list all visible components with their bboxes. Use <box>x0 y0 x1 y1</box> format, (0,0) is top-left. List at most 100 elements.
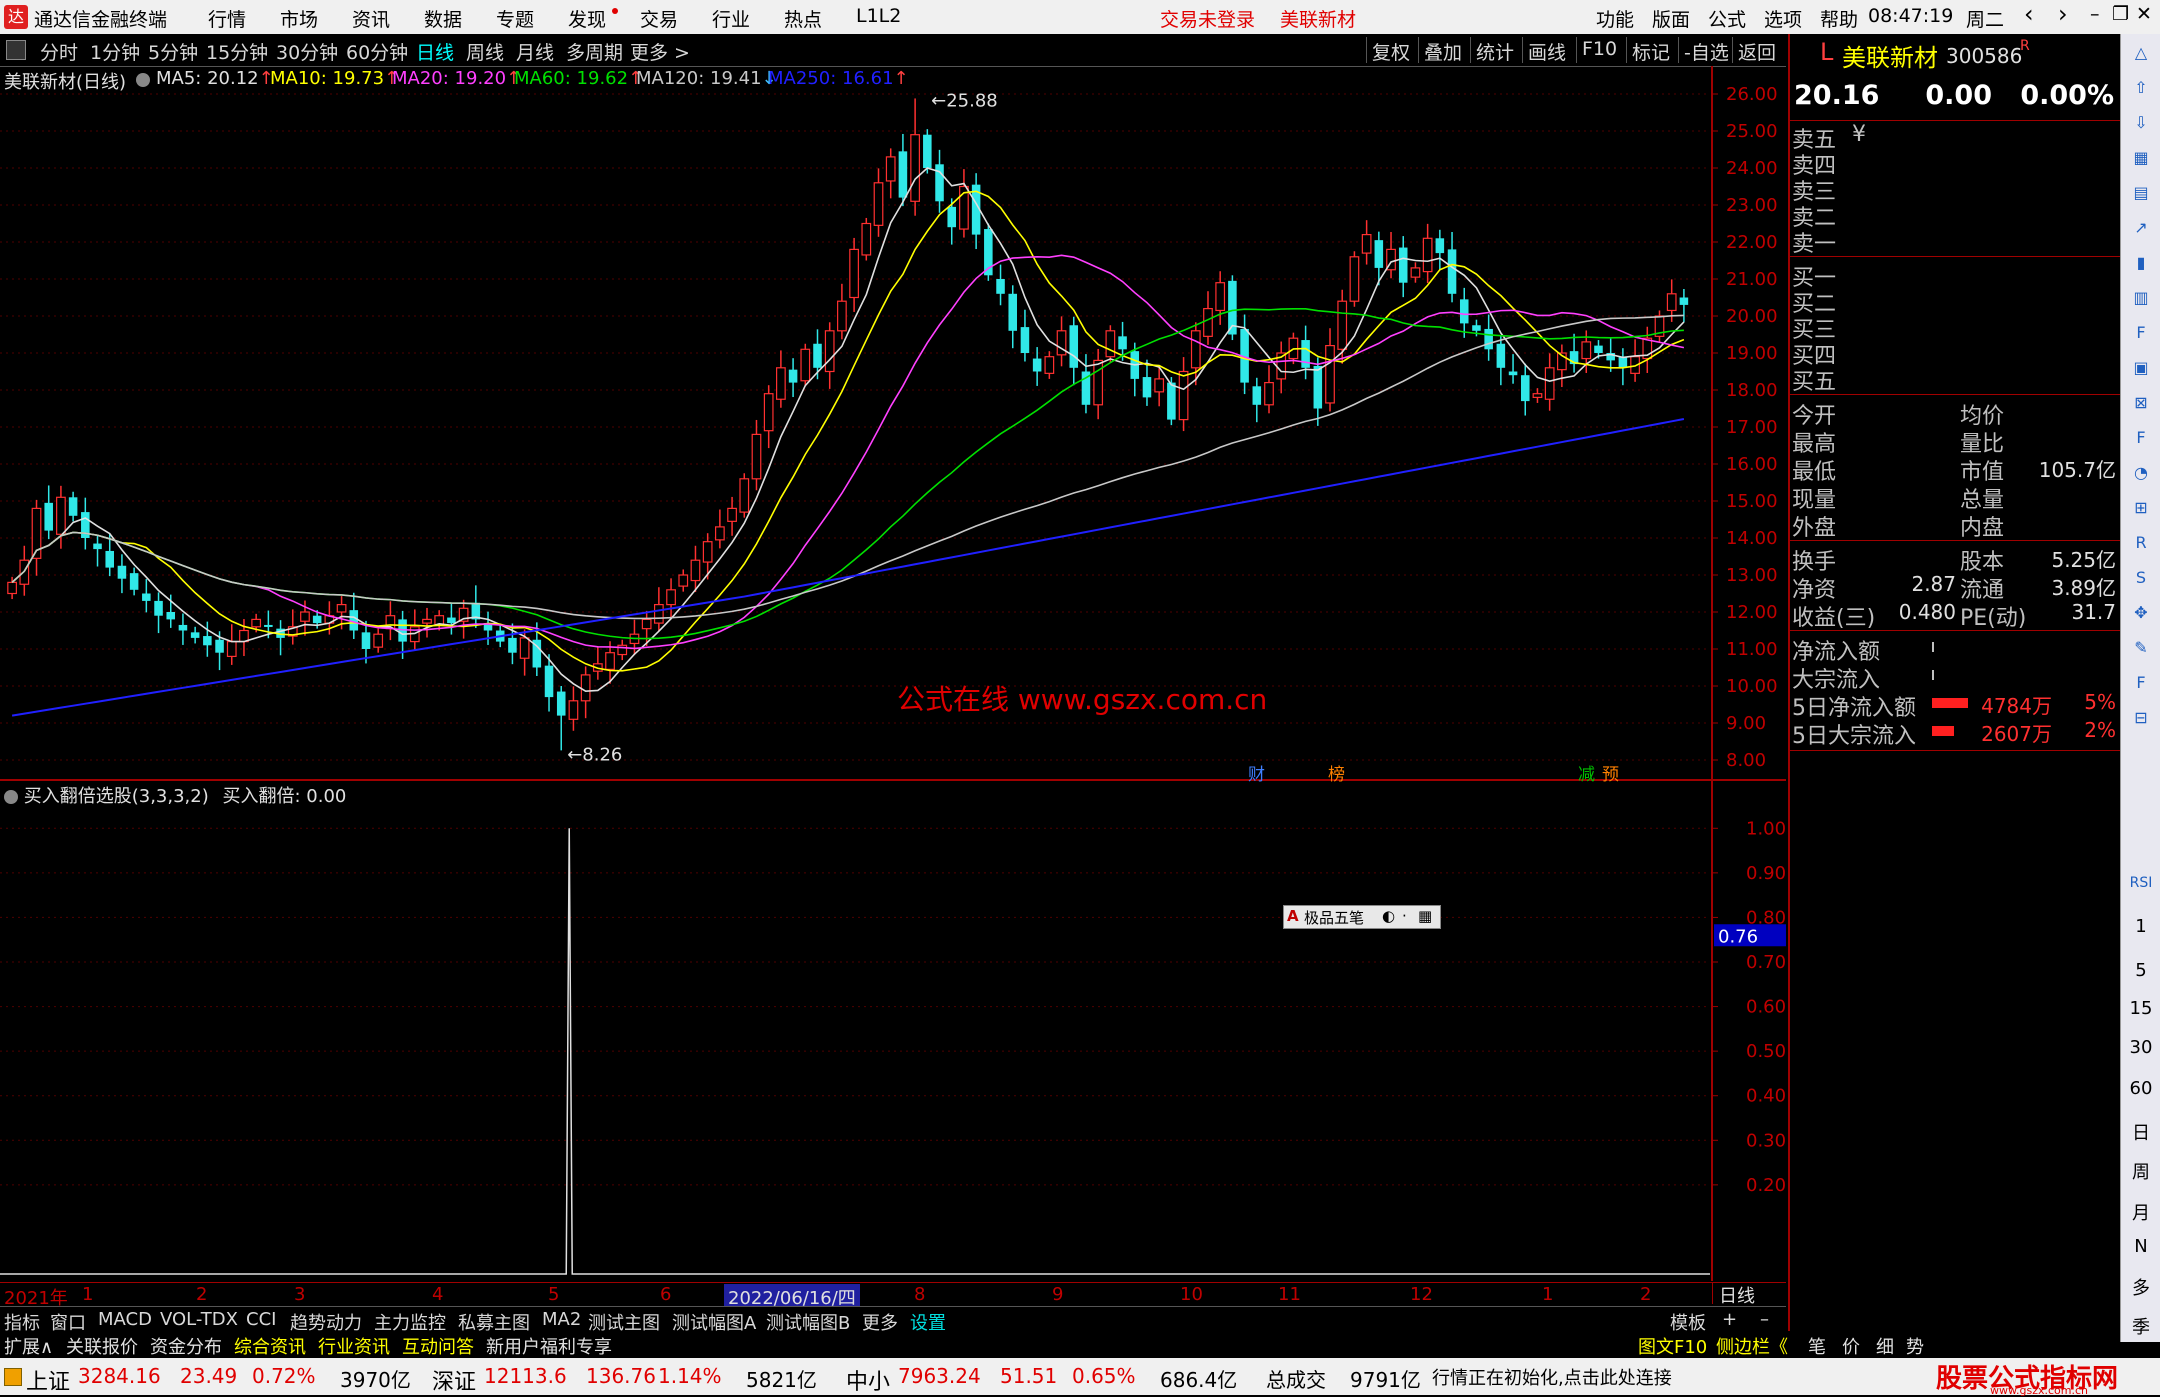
index-name-2[interactable]: 深证 <box>432 1364 476 1396</box>
clock-icon[interactable]: ◔ <box>2127 460 2155 486</box>
connection-message[interactable]: 行情正在初始化,点击此处连接 <box>1432 1364 1672 1390</box>
chart-icon[interactable]: ⊠ <box>2127 390 2155 416</box>
pen-icon[interactable]: ✎ <box>2127 635 2155 661</box>
menu-4[interactable]: 数据 <box>424 5 462 32</box>
toolbar-btn-4[interactable]: 画线 <box>1528 38 1566 65</box>
period-tab-5[interactable]: 30分钟 <box>276 38 338 65</box>
period-tab-9[interactable]: 月线 <box>516 38 554 65</box>
indicator-settings-icon[interactable] <box>4 790 18 804</box>
ext-tab-6[interactable]: 互动问答 <box>402 1333 474 1359</box>
rsi-icon[interactable]: R <box>2127 530 2155 556</box>
menu-9[interactable]: 热点 <box>784 5 822 32</box>
menu-6[interactable]: 发现 <box>568 5 606 32</box>
period-tab-8[interactable]: 周线 <box>466 38 504 65</box>
ext-right-2[interactable]: 侧边栏《 <box>1716 1333 1788 1359</box>
period-tab-7[interactable]: 日线 <box>416 38 454 65</box>
event-marker-forecast[interactable]: 预 <box>1602 760 1619 785</box>
period-tab-6[interactable]: 60分钟 <box>346 38 408 65</box>
grid-icon[interactable]: ▤ <box>2127 180 2155 206</box>
toolbar-btn-8[interactable]: 返回 <box>1738 38 1776 65</box>
toolbar-btn-6[interactable]: 标记 <box>1632 38 1670 65</box>
period-shortcut-7[interactable]: 日 <box>2127 1119 2155 1145</box>
period-shortcut-2[interactable]: 1 <box>2127 916 2155 937</box>
minimize-button[interactable]: – <box>2090 3 2100 25</box>
tab-control-2[interactable]: + <box>1722 1309 1737 1330</box>
ext-tab-2[interactable]: 关联报价 <box>66 1333 138 1359</box>
event-marker-financial[interactable]: 财 <box>1248 760 1265 785</box>
status-menu-icon[interactable] <box>4 1368 22 1386</box>
line-chart-icon[interactable]: ↗ <box>2127 215 2155 241</box>
menu-3[interactable]: 资讯 <box>352 5 390 32</box>
ext-right-5[interactable]: 细 <box>1876 1333 1894 1359</box>
period-shortcut-5[interactable]: 30 <box>2127 1037 2155 1058</box>
toolbar-btn-7[interactable]: -自选 <box>1684 38 1729 65</box>
menu-1[interactable]: 行情 <box>208 5 246 32</box>
indicator-tab-4[interactable]: VOL-TDX <box>160 1309 238 1330</box>
menu-5[interactable]: 专题 <box>496 5 534 32</box>
arrow-down-icon[interactable]: ⇩ <box>2127 110 2155 136</box>
ext-right-6[interactable]: 势 <box>1906 1333 1924 1359</box>
toolbar-btn-3[interactable]: 统计 <box>1476 38 1514 65</box>
right-menu-1[interactable]: 功能 <box>1596 5 1634 32</box>
login-status[interactable]: 交易未登录 <box>1160 5 1255 32</box>
ime-dot-icon[interactable]: · <box>1402 907 1407 925</box>
ext-tab-3[interactable]: 资金分布 <box>150 1333 222 1359</box>
period-shortcut-11[interactable]: 多 <box>2127 1274 2155 1300</box>
arrow-up-icon[interactable]: △ <box>2127 40 2155 66</box>
toolbar-menu-icon[interactable] <box>6 40 26 60</box>
period-tab-1[interactable]: 分时 <box>40 38 78 65</box>
menu-2[interactable]: 市场 <box>280 5 318 32</box>
period-shortcut-4[interactable]: 15 <box>2127 998 2155 1019</box>
chart2-icon[interactable]: ⊞ <box>2127 495 2155 521</box>
right-menu-4[interactable]: 选项 <box>1764 5 1802 32</box>
ime-moon-icon[interactable]: ◐ <box>1382 907 1395 925</box>
event-marker-list[interactable]: 榜 <box>1328 760 1345 785</box>
menu-8[interactable]: 行业 <box>712 5 750 32</box>
right-menu-5[interactable]: 帮助 <box>1820 5 1858 32</box>
candle-icon[interactable]: ▮ <box>2127 250 2155 276</box>
ext-right-4[interactable]: 价 <box>1842 1333 1860 1359</box>
ext-tab-7[interactable]: 新用户福利专享 <box>486 1333 612 1359</box>
f10-icon[interactable]: F <box>2127 320 2155 346</box>
ime-keyboard-icon[interactable]: ▦ <box>1418 907 1432 925</box>
period-shortcut-10[interactable]: N <box>2127 1236 2155 1257</box>
menu-7[interactable]: 交易 <box>640 5 678 32</box>
period-shortcut-1[interactable]: RSI <box>2127 875 2155 891</box>
index-name-1[interactable]: 上证 <box>26 1364 70 1396</box>
doc-icon[interactable]: ▥ <box>2127 285 2155 311</box>
period-shortcut-8[interactable]: 周 <box>2127 1158 2155 1184</box>
period-tab-4[interactable]: 15分钟 <box>206 38 268 65</box>
period-tab-11[interactable]: 更多 > <box>630 38 690 65</box>
ext-tab-1[interactable]: 扩展∧ <box>4 1333 53 1359</box>
table-icon[interactable]: ▦ <box>2127 145 2155 171</box>
chart3-icon[interactable]: ⊟ <box>2127 705 2155 731</box>
indicator-tab-3[interactable]: MACD <box>98 1309 152 1330</box>
fs-icon[interactable]: F <box>2127 425 2155 451</box>
event-marker-reduce[interactable]: 减 <box>1578 760 1595 785</box>
right-menu-2[interactable]: 版面 <box>1652 5 1690 32</box>
indicator-tab-5[interactable]: CCI <box>246 1309 276 1330</box>
fs2-icon[interactable]: F <box>2127 670 2155 696</box>
period-shortcut-12[interactable]: 季 <box>2127 1313 2155 1339</box>
right-menu-3[interactable]: 公式 <box>1708 5 1746 32</box>
menu-10[interactable]: L1L2 <box>856 5 901 27</box>
period-shortcut-6[interactable]: 60 <box>2127 1078 2155 1099</box>
nav-forward-button[interactable]: › <box>2058 0 2068 28</box>
ext-tab-5[interactable]: 行业资讯 <box>318 1333 390 1359</box>
s-icon[interactable]: S <box>2127 565 2155 591</box>
toolbar-btn-2[interactable]: 叠加 <box>1424 38 1462 65</box>
toolbar-btn-1[interactable]: 复权 <box>1372 38 1410 65</box>
indicator-tab-9[interactable]: MA2 <box>542 1309 581 1330</box>
period-shortcut-3[interactable]: 5 <box>2127 960 2155 981</box>
note-icon[interactable]: ▣ <box>2127 355 2155 381</box>
period-tab-3[interactable]: 5分钟 <box>148 38 198 65</box>
period-shortcut-9[interactable]: 月 <box>2127 1199 2155 1225</box>
ext-tab-4[interactable]: 综合资讯 <box>234 1333 306 1359</box>
index-name-3[interactable]: 中小 <box>846 1364 890 1396</box>
ime-toolbar[interactable]: A 极品五笔 ◐ · ▦ <box>1283 905 1441 929</box>
period-tab-2[interactable]: 1分钟 <box>90 38 140 65</box>
toolbar-btn-5[interactable]: F10 <box>1582 38 1617 60</box>
move-icon[interactable]: ✥ <box>2127 600 2155 626</box>
ext-right-3[interactable]: 笔 <box>1808 1333 1826 1359</box>
nav-back-button[interactable]: ‹ <box>2024 0 2034 28</box>
